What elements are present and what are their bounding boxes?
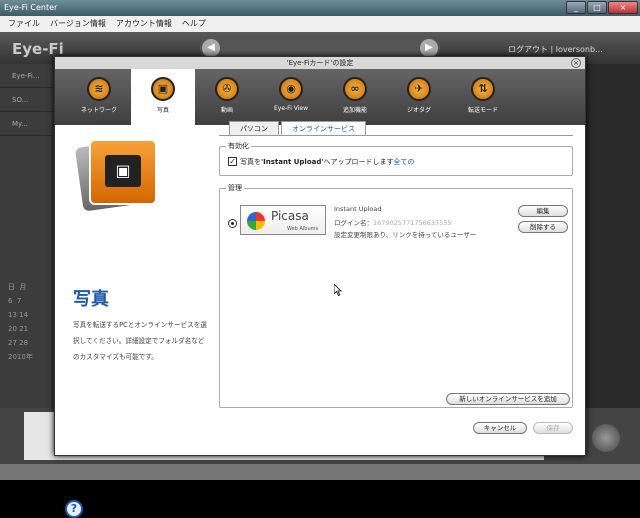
- photo-carousel[interactable]: ◀ ▶: [200, 38, 440, 58]
- cal-date[interactable]: 14: [19, 311, 28, 319]
- section-title: 写真: [73, 289, 109, 310]
- cal-date[interactable]: 21: [19, 325, 28, 333]
- service-login: ログイン名：1679025771756637555: [334, 219, 452, 227]
- photo-large-icon: ▣: [74, 137, 159, 212]
- cal-year: 2010年: [8, 353, 33, 361]
- status-bar: [0, 464, 640, 480]
- service-note: 設定変更制限あり、リンクを持っているユーザー: [334, 231, 477, 239]
- carousel-left-icon[interactable]: ◀: [202, 39, 220, 57]
- tab-label: Eye-Fi View: [273, 105, 309, 112]
- subtabs: パソコン オンラインサービス: [229, 121, 366, 135]
- add-service-button[interactable]: 新しいオンラインサービスを追加: [446, 393, 570, 405]
- all-link[interactable]: 全ての: [394, 158, 415, 166]
- cal-date[interactable]: 28: [19, 339, 28, 347]
- help-icon[interactable]: ?: [65, 500, 83, 518]
- tab-label: ジオタグ: [406, 107, 431, 114]
- manage-section: 管理 Picasa Web Albums Instant Upload ログイン…: [219, 183, 573, 408]
- geotag-icon: ✈: [407, 77, 431, 101]
- transfer-mode-icon: ⇅: [471, 77, 495, 101]
- tab-label: 転送モード: [467, 107, 498, 114]
- binoculars-icon: ∞: [343, 77, 367, 101]
- carousel-right-icon[interactable]: ▶: [420, 39, 438, 57]
- tab-geotag[interactable]: ✈ ジオタグ: [387, 69, 451, 125]
- enable-label: 写真を'Instant Upload'へアップロードします全ての: [240, 158, 415, 166]
- tab-eyefi-view[interactable]: ◉ Eye-Fi View: [259, 69, 323, 125]
- window-title: Eye-Fi Center: [4, 3, 58, 12]
- minimize-button[interactable]: _: [566, 1, 586, 14]
- dialog-title: 'Eye-Fiカード'の設定: [286, 59, 354, 67]
- globe-icon[interactable]: [592, 424, 620, 452]
- menu-version[interactable]: バージョン情報: [50, 16, 106, 32]
- menu-file[interactable]: ファイル: [8, 16, 40, 32]
- cal-day: 月: [19, 283, 27, 291]
- enable-checkbox[interactable]: ✓: [228, 157, 237, 166]
- cal-date[interactable]: 6: [8, 297, 12, 305]
- cal-day: 日: [8, 283, 15, 291]
- maximize-button[interactable]: □: [587, 1, 607, 14]
- dialog-titlebar: 'Eye-Fiカード'の設定 ×: [55, 57, 585, 69]
- delete-button[interactable]: 削除する: [518, 221, 568, 233]
- settings-tabs: ≋ ネットワーク ▣ 写真 ✇ 動画 ◉ Eye-Fi View ∞ 追加機能 ✈ ジオタグ…: [55, 69, 585, 125]
- menu-bar: ファイル バージョン情報 アカウント情報 ヘルプ: [0, 16, 640, 32]
- subtab-pc[interactable]: パソコン: [229, 121, 279, 135]
- video-icon: ✇: [215, 77, 239, 101]
- service-radio[interactable]: [228, 219, 237, 228]
- dialog-close-icon[interactable]: ×: [571, 58, 581, 68]
- cancel-button[interactable]: キャンセル: [473, 422, 527, 434]
- picasa-logo: Picasa Web Albums: [240, 205, 326, 235]
- sidebar-item-card[interactable]: Eye-Fi...: [0, 64, 56, 88]
- subtab-online[interactable]: オンラインサービス: [281, 121, 366, 135]
- photo-icon: ▣: [151, 77, 175, 101]
- device-sidebar: Eye-Fi... SO... My...: [0, 64, 56, 464]
- tab-label: 追加機能: [342, 107, 367, 114]
- window-titlebar: Eye-Fi Center _ □ ×: [0, 0, 640, 16]
- tab-video[interactable]: ✇ 動画: [195, 69, 259, 125]
- account-link[interactable]: ログアウト | loversonb...: [508, 44, 603, 55]
- settings-dialog: 'Eye-Fiカード'の設定 × ≋ ネットワーク ▣ 写真 ✇ 動画 ◉ Eye-Fi…: [54, 56, 586, 518]
- enable-caption: 有効化: [226, 141, 251, 151]
- menu-help[interactable]: ヘルプ: [182, 16, 206, 32]
- tab-extras[interactable]: ∞ 追加機能: [323, 69, 387, 125]
- tab-label: 写真: [156, 107, 169, 114]
- tab-label: 動画: [220, 107, 233, 114]
- cal-date[interactable]: 27: [8, 339, 17, 347]
- close-button[interactable]: ×: [608, 1, 638, 14]
- manage-caption: 管理: [226, 183, 244, 193]
- cal-date[interactable]: 7: [17, 297, 21, 305]
- sidebar-item-my[interactable]: My...: [0, 112, 56, 136]
- mouse-cursor-icon: [334, 284, 342, 296]
- mini-calendar: 日 月 6 7 13 14 20 21 27 28 2010年: [8, 280, 53, 390]
- tab-photo[interactable]: ▣ 写真: [131, 69, 195, 125]
- menu-account[interactable]: アカウント情報: [116, 16, 172, 32]
- service-name: Instant Upload: [334, 205, 382, 213]
- sidebar-item-so[interactable]: SO...: [0, 88, 56, 112]
- section-description: 写真を転送するPCとオンラインサービスを選択してください。詳細設定でフォルダ名な…: [73, 321, 207, 361]
- cal-date[interactable]: 20: [8, 325, 17, 333]
- edit-button[interactable]: 編集: [518, 205, 568, 217]
- picasa-icon: [247, 212, 265, 230]
- left-pane: ▣ 写真 写真を転送するPCとオンラインサービスを選択してください。詳細設定でフ…: [55, 125, 217, 518]
- tab-label: ネットワーク: [80, 107, 117, 114]
- online-service-panel: 有効化 ✓ 写真を'Instant Upload'へアップロードします全ての 管…: [219, 135, 573, 409]
- tab-network[interactable]: ≋ ネットワーク: [67, 69, 131, 125]
- eyefi-view-icon: ◉: [279, 77, 303, 101]
- tab-transfer-mode[interactable]: ⇅ 転送モード: [451, 69, 515, 125]
- network-icon: ≋: [87, 77, 111, 101]
- save-button[interactable]: 保存: [533, 422, 573, 434]
- cal-date[interactable]: 13: [8, 311, 17, 319]
- enable-section: 有効化 ✓ 写真を'Instant Upload'へアップロードします全ての: [219, 141, 573, 176]
